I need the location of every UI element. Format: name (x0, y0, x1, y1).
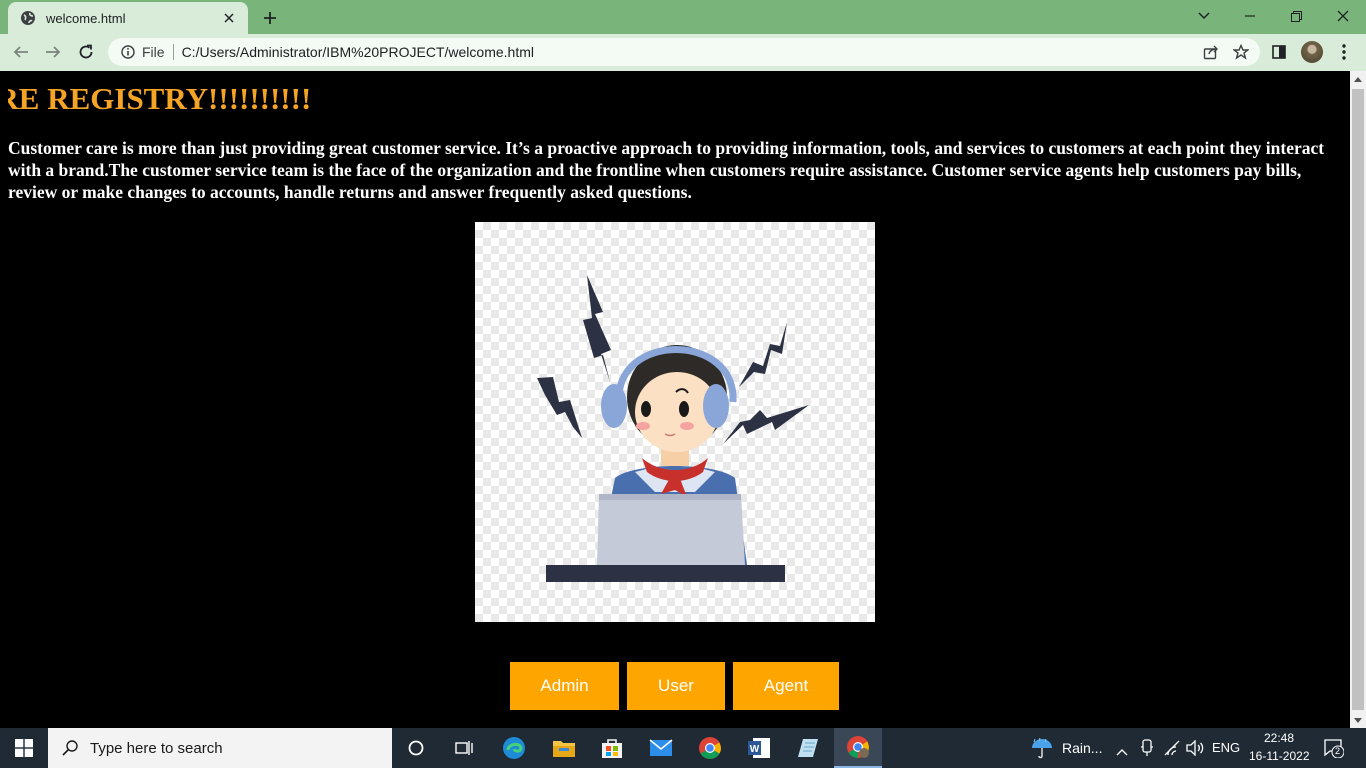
file-explorer-icon[interactable] (540, 728, 588, 768)
chrome-active-window-icon[interactable] (834, 728, 882, 768)
taskbar-search-box[interactable]: Type here to search (48, 728, 392, 768)
agent-button[interactable]: Agent (733, 662, 839, 710)
bookmark-star-icon[interactable] (1230, 41, 1252, 63)
info-icon[interactable] (120, 44, 136, 60)
url-separator (172, 44, 174, 60)
notepad-icon[interactable] (784, 728, 832, 768)
wifi-icon[interactable] (1163, 740, 1181, 760)
back-button[interactable] (8, 39, 34, 65)
new-tab-button[interactable] (258, 6, 282, 30)
vertical-scrollbar[interactable] (1350, 71, 1366, 728)
browser-tab[interactable]: welcome.html (8, 2, 248, 34)
url-scheme-label: File (142, 44, 165, 60)
tab-search-icon[interactable] (1181, 2, 1227, 30)
browser-toolbar: File C:/Users/Administrator/IBM%20PROJEC… (0, 34, 1366, 71)
cortana-icon[interactable] (392, 728, 440, 768)
url-text[interactable]: C:/Users/Administrator/IBM%20PROJECT/wel… (182, 44, 1200, 60)
user-button[interactable]: User (627, 662, 725, 710)
share-icon[interactable] (1200, 41, 1222, 63)
minimize-button[interactable] (1227, 2, 1273, 30)
task-view-icon[interactable] (440, 728, 488, 768)
volume-icon[interactable] (1186, 739, 1206, 760)
language-indicator[interactable]: ENG (1212, 740, 1240, 755)
clock-time[interactable]: 22:48 (1264, 731, 1294, 745)
chrome-icon[interactable] (686, 728, 734, 768)
close-tab-icon[interactable] (220, 9, 238, 27)
intro-paragraph: Customer care is more than just providin… (8, 138, 1325, 202)
svg-text:W: W (750, 744, 760, 755)
windows-taskbar: Type here to search W Rain... ENG 22:48 … (0, 728, 1366, 768)
side-panel-icon[interactable] (1267, 40, 1291, 64)
page-viewport: ARE REGISTRY!!!!!!!!!! Customer care is … (0, 71, 1350, 728)
scroll-down-arrow-icon[interactable] (1350, 712, 1366, 728)
scroll-thumb[interactable] (1352, 89, 1364, 710)
notification-count-badge: 2 (1335, 746, 1341, 756)
tab-title: welcome.html (46, 10, 126, 26)
microsoft-store-icon[interactable] (588, 728, 636, 768)
search-placeholder: Type here to search (90, 739, 223, 757)
windows-start-icon[interactable] (0, 728, 48, 768)
browser-tab-strip: welcome.html (0, 0, 1366, 34)
admin-button[interactable]: Admin (510, 662, 619, 710)
close-window-button[interactable] (1320, 2, 1366, 30)
forward-button[interactable] (40, 39, 66, 65)
customer-care-agent-icon (537, 275, 809, 582)
page-title-marquee: ARE REGISTRY!!!!!!!!!! (8, 81, 408, 117)
weather-text[interactable]: Rain... (1062, 740, 1102, 756)
word-icon[interactable]: W (735, 728, 783, 768)
edge-browser-icon[interactable] (490, 728, 538, 768)
globe-icon (20, 10, 36, 26)
notification-center-icon[interactable] (1324, 738, 1345, 762)
profile-avatar[interactable] (1301, 41, 1323, 63)
reload-button[interactable] (73, 39, 99, 65)
scroll-up-arrow-icon[interactable] (1350, 71, 1366, 87)
device-icon[interactable] (1140, 739, 1154, 761)
customer-care-illustration (475, 222, 875, 622)
address-bar[interactable]: File C:/Users/Administrator/IBM%20PROJEC… (108, 38, 1260, 66)
clock-date[interactable]: 16-11-2022 (1249, 749, 1310, 763)
weather-umbrella-icon[interactable] (1030, 737, 1054, 763)
page-title: ARE REGISTRY!!!!!!!!!! (8, 81, 312, 116)
mail-icon[interactable] (637, 728, 685, 768)
menu-kebab-icon[interactable] (1332, 40, 1356, 64)
chevron-up-icon[interactable] (1116, 741, 1128, 760)
restore-button[interactable] (1273, 2, 1319, 30)
search-icon (62, 740, 78, 756)
